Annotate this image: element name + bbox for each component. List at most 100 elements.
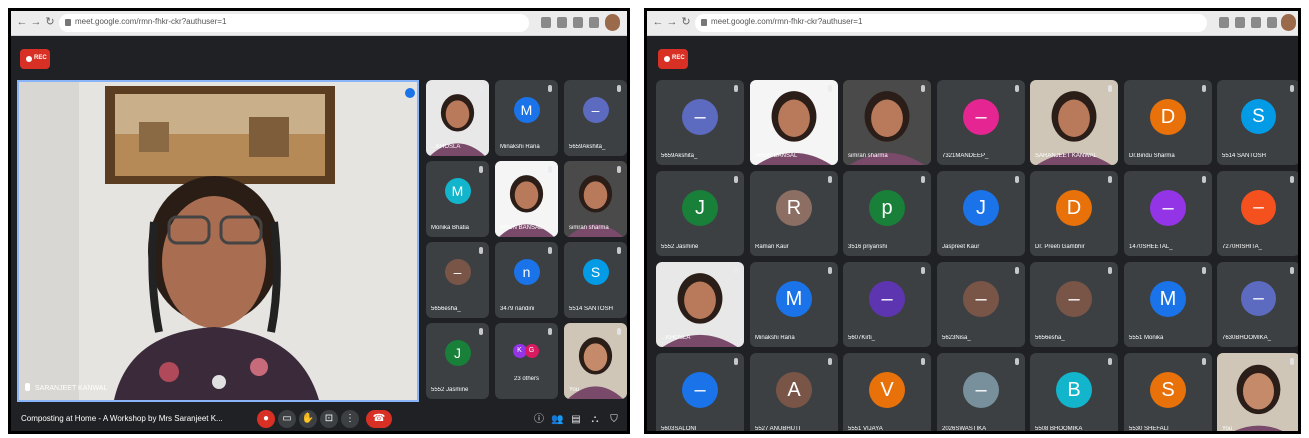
participant-tile-simran-sharma[interactable]: simran sharma bbox=[843, 80, 931, 165]
participant-tile-5656esha[interactable]: – 5656esha_ bbox=[1030, 262, 1118, 347]
participant-name: 2026SWASTIKA_ bbox=[942, 426, 990, 432]
recording-badge: REC bbox=[20, 49, 50, 69]
participant-tile-jaspreet-kaur[interactable]: J Jaspreet Kaur bbox=[937, 171, 1025, 256]
avatar: A bbox=[776, 372, 812, 408]
participant-tile-you[interactable]: You bbox=[564, 323, 627, 399]
profile-avatar[interactable] bbox=[1281, 14, 1296, 31]
participant-tile-khosla[interactable]: ...KHOSLA bbox=[656, 262, 744, 347]
avatar: – bbox=[682, 99, 718, 135]
participant-tile-2026swastika[interactable]: – 2026SWASTIKA_ bbox=[937, 353, 1025, 432]
extensions-puzzle-icon[interactable] bbox=[1251, 17, 1261, 28]
participant-tile-arun-bansal[interactable]: ARUN BANSAL bbox=[495, 161, 558, 237]
participant-tile-monika-bhatia[interactable]: M Monika Bhatia bbox=[426, 161, 489, 237]
avatar: – bbox=[582, 97, 609, 123]
mic-muted-icon bbox=[1290, 85, 1294, 92]
participant-tile-5603saloni[interactable]: – 5603SALONI_ bbox=[656, 353, 744, 431]
participant-name: 5552 Jasmine bbox=[661, 244, 699, 250]
participant-name: 5659Akshita_ bbox=[661, 153, 698, 159]
host-controls-icon[interactable]: ⛉ bbox=[608, 414, 620, 426]
participant-name: You bbox=[1222, 426, 1233, 432]
participant-name: 5551 VIJAYA bbox=[848, 426, 883, 432]
mic-muted-icon bbox=[479, 166, 483, 173]
participant-name: 1470SHEETAL_ bbox=[1129, 244, 1173, 250]
forward-arrow-icon[interactable]: → bbox=[29, 15, 43, 29]
participant-tile-7630bhoomika[interactable]: – 7630BHOOMIKA_ bbox=[1217, 262, 1298, 347]
main-speaker-video[interactable]: SARANJEET KANWAL bbox=[17, 80, 419, 402]
participant-tile-7270rishita[interactable]: – 7270RISHITA_ bbox=[1217, 171, 1298, 256]
avatar: – bbox=[682, 372, 718, 408]
participant-tile-5527-anubhuti[interactable]: A 5527 ANUBHUTI bbox=[750, 353, 838, 431]
participant-tile-minakshi-rana[interactable]: M Minakshi Rana bbox=[495, 80, 558, 156]
participant-tile-khosla[interactable]: ...KHOSLA bbox=[426, 80, 489, 156]
participant-tile-23-others[interactable]: K G 23 others bbox=[495, 323, 558, 399]
participant-tile-5551-vijaya[interactable]: V 5551 VIJAYA bbox=[843, 353, 931, 432]
participant-tile-raman-kaur[interactable]: R Raman Kaur bbox=[750, 171, 838, 256]
mic-muted-icon bbox=[1290, 176, 1294, 183]
address-bar[interactable]: meet.google.com/rmn-fhkr-ckr?authuser=1 bbox=[59, 14, 529, 32]
present-button[interactable]: ⊡ bbox=[320, 410, 338, 428]
extension-icon[interactable] bbox=[1219, 17, 1229, 28]
extension-icon[interactable] bbox=[541, 17, 551, 28]
main-speaker-name: SARANJEET KANWAL bbox=[35, 385, 108, 392]
participant-tile-1470sheetal[interactable]: – 1470SHEETAL_ bbox=[1124, 171, 1212, 256]
mic-icon bbox=[25, 383, 30, 391]
participant-name: Dr.Bindu Sharma bbox=[1129, 153, 1175, 159]
participant-tile-simran-sharma[interactable]: simran sharma bbox=[564, 161, 627, 237]
forward-arrow-icon[interactable]: → bbox=[665, 15, 679, 29]
reload-icon[interactable]: ↻ bbox=[43, 15, 57, 29]
participant-tile-saranjeet-kanwal[interactable]: SARANJEET KANWAL bbox=[1030, 80, 1118, 165]
star-icon[interactable] bbox=[557, 17, 567, 28]
participant-tile-you[interactable]: You bbox=[1217, 353, 1298, 432]
people-icon[interactable]: 👥 bbox=[551, 414, 563, 426]
profile-pin-icon[interactable] bbox=[589, 17, 599, 28]
participant-tile-dr-preeti-gambhir[interactable]: D Dr. Preeti Gambhir bbox=[1030, 171, 1118, 256]
mic-muted-icon bbox=[479, 328, 483, 335]
mic-muted-icon bbox=[828, 85, 832, 92]
participant-name: 7630BHOOMIKA_ bbox=[1222, 335, 1272, 341]
participant-tile-3516-priyanshi[interactable]: p 3516 priyanshi bbox=[843, 171, 931, 256]
profile-avatar[interactable] bbox=[605, 14, 620, 31]
participant-tile-5514-santosh[interactable]: S 5514 SANTOSH bbox=[1217, 80, 1298, 165]
participant-tile-5659akshita[interactable]: – 5659Akshita_ bbox=[656, 80, 744, 165]
participant-name: ...KHOSLA bbox=[661, 335, 691, 341]
participant-tile-3479-nandini[interactable]: n 3479 nandini bbox=[495, 242, 558, 318]
address-bar[interactable]: meet.google.com/rmn-fhkr-ckr?authuser=1 bbox=[695, 14, 1207, 32]
participant-tile-5508-bhoomika[interactable]: B 5508 BHOOMIKA bbox=[1030, 353, 1118, 431]
participant-tile-minakshi-rana[interactable]: M Minakshi Rana bbox=[750, 262, 838, 347]
mic-muted-icon bbox=[828, 267, 832, 274]
participant-tile-5659akshita[interactable]: – 5659Akshita_ bbox=[564, 80, 627, 156]
chat-icon[interactable]: ▤ bbox=[570, 414, 582, 426]
participant-tile-5656esha[interactable]: – 5656esha_ bbox=[426, 242, 489, 318]
back-arrow-icon[interactable]: ← bbox=[15, 15, 29, 29]
participant-tile-dr-bindu-sharma[interactable]: D Dr.Bindu Sharma bbox=[1124, 80, 1212, 165]
more-options-button[interactable]: ⋮ bbox=[341, 410, 359, 428]
participant-tile-7321mandeep[interactable]: – 7321MANDEEP_ bbox=[937, 80, 1025, 165]
reload-icon[interactable]: ↻ bbox=[679, 15, 693, 29]
participant-tile-5552-jasmine[interactable]: J 5552 Jasmine bbox=[656, 171, 744, 256]
avatar: – bbox=[963, 372, 999, 408]
participant-tile-5623nisa[interactable]: – 5623Nisa_ bbox=[937, 262, 1025, 347]
star-icon[interactable] bbox=[1235, 17, 1245, 28]
profile-pin-icon[interactable] bbox=[1267, 17, 1277, 28]
participant-name: simran sharma bbox=[569, 225, 609, 231]
raise-hand-button[interactable]: ✋ bbox=[299, 410, 317, 428]
participant-tile-5552-jasmine[interactable]: J 5552 Jasmine bbox=[426, 323, 489, 399]
avatar: – bbox=[869, 281, 905, 317]
participant-tile-5551-monika[interactable]: M 5551 Monika bbox=[1124, 262, 1212, 347]
info-icon[interactable]: ⓘ bbox=[533, 414, 545, 426]
participant-tile-5530-shefali[interactable]: S 5530 SHEFALI bbox=[1124, 353, 1212, 431]
camera-toggle-button[interactable]: ▭ bbox=[278, 410, 296, 428]
mic-muted-icon bbox=[1290, 267, 1294, 274]
participant-name: Jaspreet Kaur bbox=[942, 244, 980, 250]
mic-toggle-button[interactable]: ● bbox=[257, 410, 275, 428]
activities-icon[interactable]: ⛬ bbox=[589, 414, 601, 426]
participant-tile-arun-bansal[interactable]: ARUN BANSAL bbox=[750, 80, 838, 165]
participant-tile-5514-santosh[interactable]: S 5514 SANTOSH bbox=[564, 242, 627, 318]
participant-tile-5607kirti[interactable]: – 5607Kirti_ bbox=[843, 262, 931, 347]
extensions-puzzle-icon[interactable] bbox=[573, 17, 583, 28]
audio-level-icon bbox=[405, 88, 415, 98]
leave-call-button[interactable]: ☎ bbox=[366, 410, 392, 428]
mic-off-icon: ● bbox=[262, 413, 270, 424]
back-arrow-icon[interactable]: ← bbox=[651, 15, 665, 29]
browser-toolbar: ← → ↻ meet.google.com/rmn-fhkr-ckr?authu… bbox=[11, 11, 627, 36]
